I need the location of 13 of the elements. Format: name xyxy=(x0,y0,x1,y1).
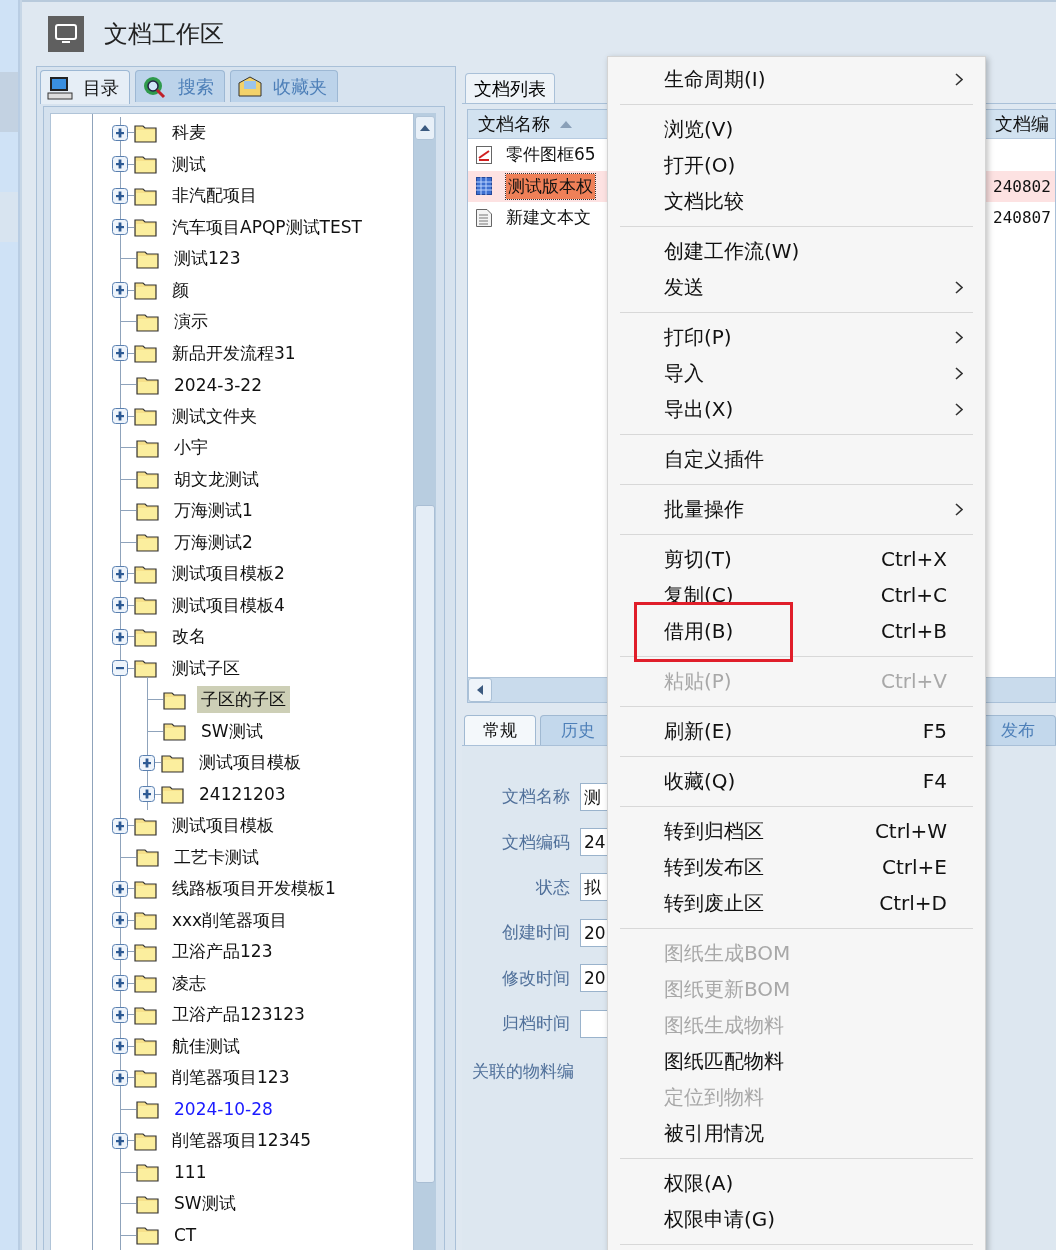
window-title: 文档工作区 xyxy=(104,19,224,50)
table-cell: 零件图框65 xyxy=(506,143,596,167)
field-label: 创建时间 xyxy=(501,921,570,945)
field-label: 归档时间 xyxy=(501,1012,570,1036)
table-cell: 240807 xyxy=(993,208,1051,228)
field-label: 修改时间 xyxy=(501,966,570,990)
field-label: 文档编码 xyxy=(501,830,570,854)
table-cell: 240802 xyxy=(993,176,1051,196)
table-cell: 测试版本权 xyxy=(506,173,595,199)
field-label: 文档名称 xyxy=(501,785,570,809)
table-cell: 新建文本文 xyxy=(506,206,591,230)
field-label: 关联的物料编 xyxy=(472,1060,574,1084)
field-label: 状态 xyxy=(535,875,570,899)
